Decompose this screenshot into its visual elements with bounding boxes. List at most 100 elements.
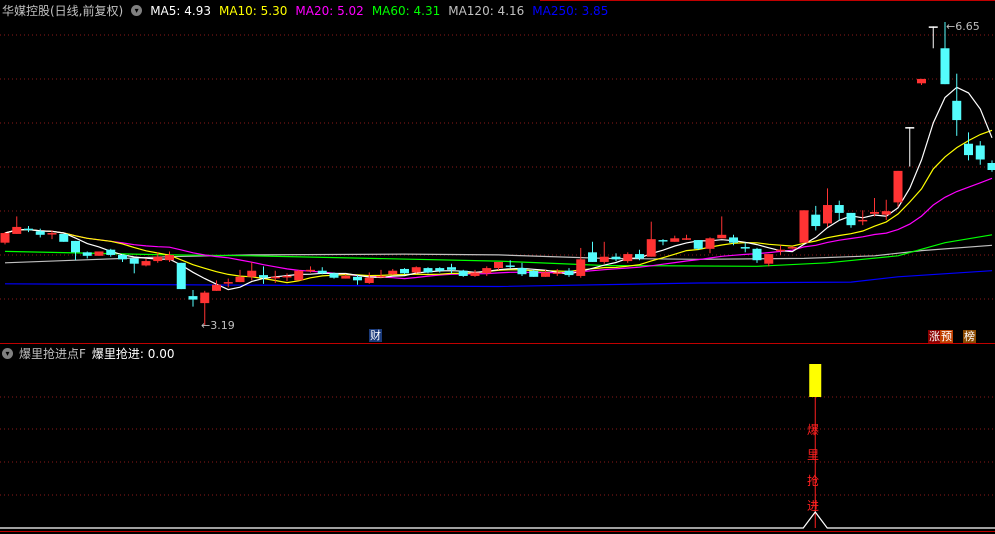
signal-text-char: 抢 <box>807 474 820 488</box>
candles <box>0 22 995 325</box>
candle-body <box>494 261 503 269</box>
candle-body <box>764 254 774 264</box>
candle-body <box>611 256 621 260</box>
candle-body <box>740 247 750 249</box>
candle-body <box>787 247 797 249</box>
candle-body <box>834 205 844 213</box>
candle-body <box>376 275 386 278</box>
candle-body <box>952 100 962 121</box>
candle-body <box>270 276 280 279</box>
candle-body <box>858 219 868 222</box>
candle-body <box>294 270 304 281</box>
candle-body <box>505 265 515 267</box>
candle-body <box>705 238 715 249</box>
candle-body <box>82 252 92 256</box>
candle-body <box>846 212 856 226</box>
candle-body <box>71 240 80 253</box>
candle-body <box>576 259 586 276</box>
high-price-value: 6.65 <box>955 20 980 33</box>
candle-body <box>388 270 398 275</box>
candle-body <box>717 234 727 239</box>
candle-body <box>353 276 362 281</box>
candle-body <box>435 268 445 271</box>
candle-body <box>223 282 233 284</box>
candle-body <box>975 145 985 160</box>
candle-body <box>917 78 926 84</box>
ma120-label: MA120: 4.16 <box>448 3 525 18</box>
candle-body <box>341 275 351 279</box>
candle-body <box>928 26 938 28</box>
candle-body <box>153 256 163 262</box>
candle-body <box>200 292 210 304</box>
candle-body <box>306 269 315 272</box>
candle-body <box>176 262 186 290</box>
candle-body <box>12 226 22 234</box>
chevron-down-icon[interactable]: ▾ <box>131 5 143 16</box>
candle-body <box>482 268 492 274</box>
signal-text-char: 里 <box>807 448 820 462</box>
dragon-tiger-list-tag[interactable]: 榜 <box>963 330 976 343</box>
candle-body <box>588 252 597 262</box>
candle-body <box>564 270 574 276</box>
candle-body <box>0 233 10 243</box>
candle-body <box>59 233 69 242</box>
ma10-label: MA10: 5.30 <box>218 3 288 18</box>
candle-body <box>447 267 456 270</box>
ma250-label: MA250: 3.85 <box>532 3 609 18</box>
indicator-panel <box>0 364 995 529</box>
candle-body <box>682 238 691 240</box>
candle-body <box>752 248 762 261</box>
candle-body <box>964 143 973 156</box>
ma5-label: MA5: 4.93 <box>150 3 211 18</box>
candle-body <box>517 268 527 275</box>
candle-body <box>823 205 832 224</box>
candle-body <box>940 48 950 85</box>
forecast-tag[interactable]: 预 <box>940 330 953 343</box>
candle-body <box>423 268 433 273</box>
candle-body <box>646 239 656 257</box>
candle-body <box>811 214 821 227</box>
candle-body <box>905 127 915 129</box>
candle-body <box>893 170 903 203</box>
candle-body <box>118 254 127 260</box>
candle-body <box>458 270 468 276</box>
candle-body <box>870 212 879 214</box>
candle-body <box>35 231 45 235</box>
candle-body <box>541 272 550 277</box>
candle-body <box>364 277 374 283</box>
candle-body <box>552 272 562 274</box>
candle-body <box>400 268 409 274</box>
candle-body <box>529 270 539 277</box>
candle-body <box>658 240 668 242</box>
chevron-down-icon[interactable]: ▾ <box>2 348 13 359</box>
kline-chart[interactable] <box>0 0 995 534</box>
stock-title: 华媒控股(日线,前复权) <box>2 4 124 18</box>
low-price-value: 3.19 <box>210 319 235 332</box>
candle-body <box>776 249 785 252</box>
indicator-header: ▾ 爆里抢进点F 爆里抢进: 0.00 <box>2 345 174 362</box>
candle-body <box>47 233 57 235</box>
candle-body <box>623 254 633 262</box>
candle-body <box>106 249 116 255</box>
indicator-value: 爆里抢进: 0.00 <box>91 347 175 361</box>
ma20-label: MA20: 5.02 <box>295 3 364 18</box>
candle-body <box>987 162 995 170</box>
candle-body <box>881 211 891 215</box>
candle-body <box>635 254 644 259</box>
candle-body <box>670 238 680 242</box>
indicator-line <box>0 511 995 529</box>
candle-body <box>188 296 198 300</box>
high-price-label: ←6.65 <box>946 20 980 33</box>
candle-body <box>282 275 292 278</box>
finance-tag[interactable]: 财 <box>369 329 382 342</box>
candle-body <box>94 251 104 256</box>
indicator-name: 爆里抢进点F <box>19 347 86 361</box>
candle-body <box>129 258 139 264</box>
moving-average-lines <box>4 86 993 291</box>
signal-bar <box>809 364 822 397</box>
candle-body <box>599 256 609 262</box>
candle-body <box>235 276 245 283</box>
ma5-line <box>4 86 993 291</box>
candle-body <box>165 254 174 261</box>
candle-body <box>141 261 151 266</box>
